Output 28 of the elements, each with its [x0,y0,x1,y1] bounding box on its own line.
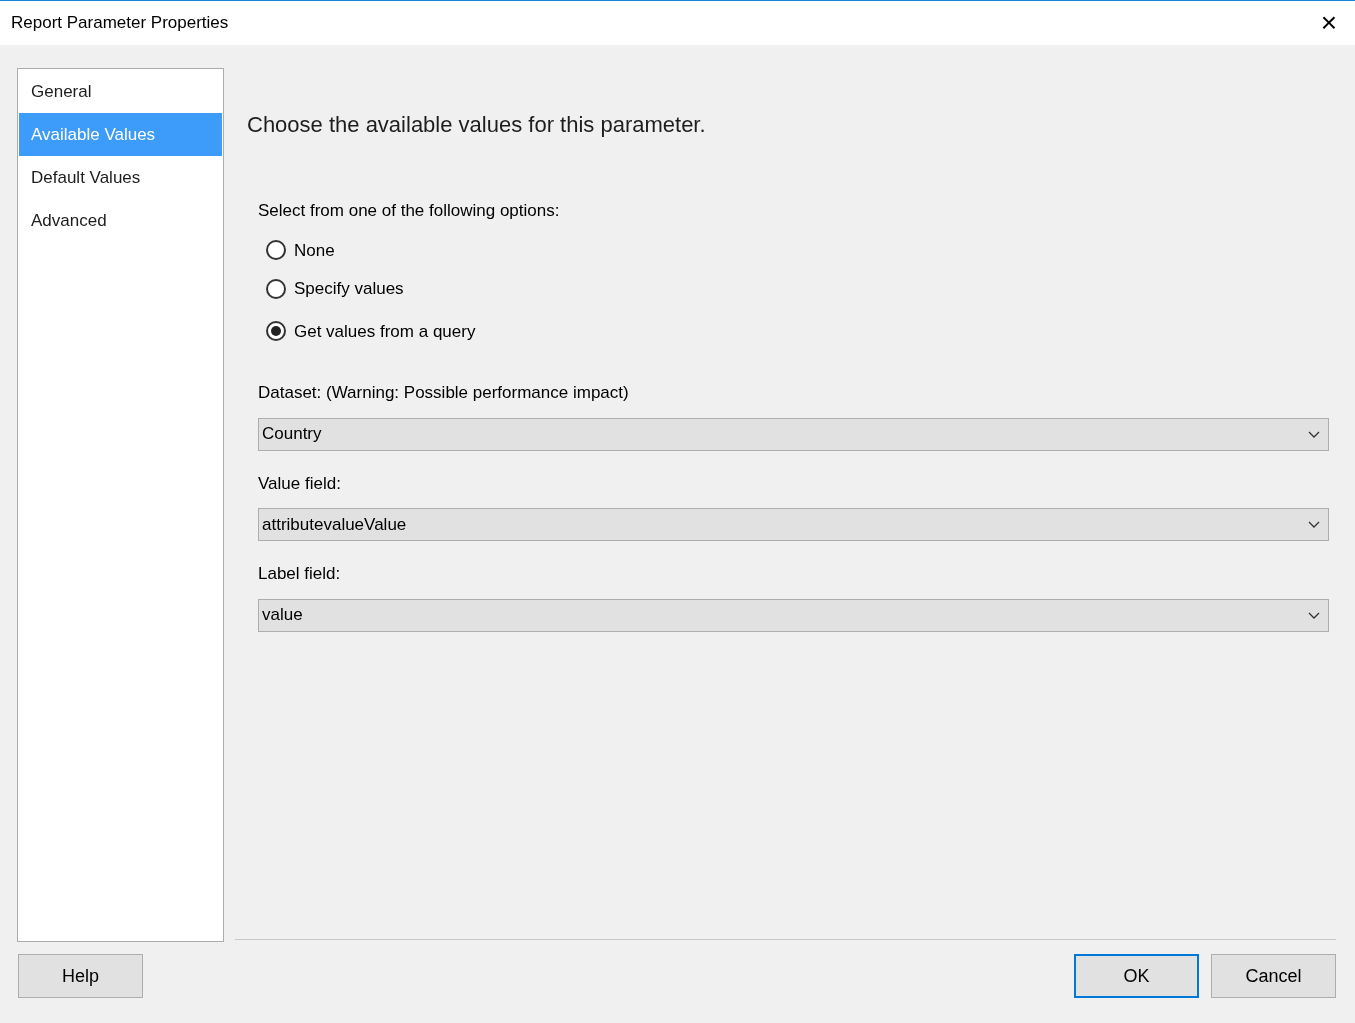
dropdown-value: Country [262,423,322,446]
radio-button[interactable] [266,278,286,299]
options-label: Select from one of the following options: [258,200,561,222]
sidebar-item[interactable]: Default Values [19,156,222,199]
sidebar-item[interactable]: Advanced [19,199,222,242]
radio-button[interactable] [266,240,286,261]
chevron-down-icon [1308,611,1320,619]
help-button[interactable]: Help [18,954,143,998]
chevron-down-icon [1308,430,1320,438]
chevron-down-icon [1308,521,1320,528]
dropdown[interactable]: attributevalueValue [258,508,1329,541]
dropdown[interactable]: Country [258,417,1329,451]
ok-button[interactable]: OK [1074,954,1199,998]
dropdown-value: value [262,604,303,627]
radio-label: Get values from a query [294,320,476,343]
radio-label: None [294,239,335,262]
field-label: Value field: [258,472,342,495]
cancel-button[interactable]: Cancel [1211,954,1336,998]
close-button[interactable]: × [1316,9,1341,37]
sidebar-item[interactable]: General [19,70,222,113]
window-title: Report Parameter Properties [11,12,229,35]
field-label: Label field: [258,563,342,585]
dropdown-value: attributevalueValue [262,513,407,536]
page-heading: Choose the available values for this parameter. [247,111,707,139]
field-label: Dataset: (Warning: Possible performance impact) [258,382,630,404]
dropdown[interactable]: value [258,598,1329,632]
radio-label: Specify values [294,278,404,300]
radio-button[interactable] [266,321,286,342]
